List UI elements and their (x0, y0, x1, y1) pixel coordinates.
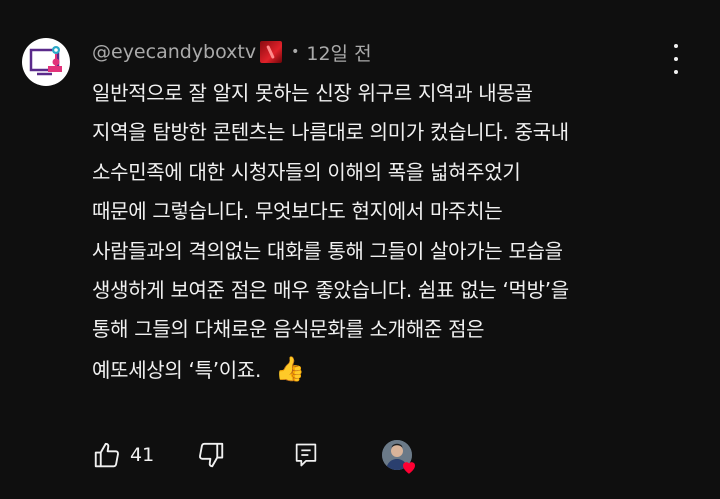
comment-line: 예또세상의 ‘특’이죠. (92, 357, 262, 382)
comment-line: 일반적으로 잘 알지 못하는 신장 위구르 지역과 내몽골 (92, 81, 533, 105)
member-badge-icon (260, 41, 283, 63)
thumb-down-icon (199, 442, 224, 468)
like-count: 41 (130, 444, 155, 466)
comment-actions: 41 (92, 440, 432, 474)
author-avatar-logo (29, 46, 62, 76)
comment-line: 소수민족에 대한 시청자들의 이해의 폭을 넓혀주었기 (92, 159, 521, 184)
comment-timestamp[interactable]: 12일 전 (306, 39, 371, 66)
reply-button[interactable] (292, 440, 320, 470)
comment-line: 지역을 탐방한 콘텐츠는 나름대로 의미가 컸습니다. 중국내 (92, 120, 569, 145)
author-avatar[interactable] (22, 38, 70, 86)
thumb-up-icon (94, 442, 119, 468)
creator-heart (382, 440, 418, 476)
comment-line-last: 예또세상의 ‘특’이죠. 👍 (92, 350, 692, 389)
creator-heart-icon (403, 462, 415, 474)
comment-line: 생생하게 보여준 점은 매우 좋았습니다. 쉼표 없는 ‘먹방’을 (92, 277, 569, 302)
comment-icon (295, 443, 317, 467)
thumbs-up-emoji: 👍 (275, 354, 305, 383)
comment-line: 때문에 그렇습니다. 무엇보다도 현지에서 마주치는 (92, 199, 503, 224)
comment-header: @eyecandyboxtv • 12일 전 (92, 38, 372, 66)
comment-line: 통해 그들의 다채로운 음식문화를 소개해준 점은 (92, 317, 485, 342)
author-handle[interactable]: @eyecandyboxtv (92, 41, 256, 63)
separator-dot: • (291, 44, 300, 60)
like-button[interactable]: 41 (92, 440, 154, 470)
dislike-button[interactable] (196, 440, 226, 470)
more-vert-icon[interactable] (664, 44, 688, 74)
comment-body: 일반적으로 잘 알지 못하는 신장 위구르 지역과 내몽골 지역을 탐방한 콘텐… (92, 74, 692, 389)
comment-line: 사람들과의 격의없는 대화를 통해 그들이 살아가는 모습을 (92, 238, 563, 263)
